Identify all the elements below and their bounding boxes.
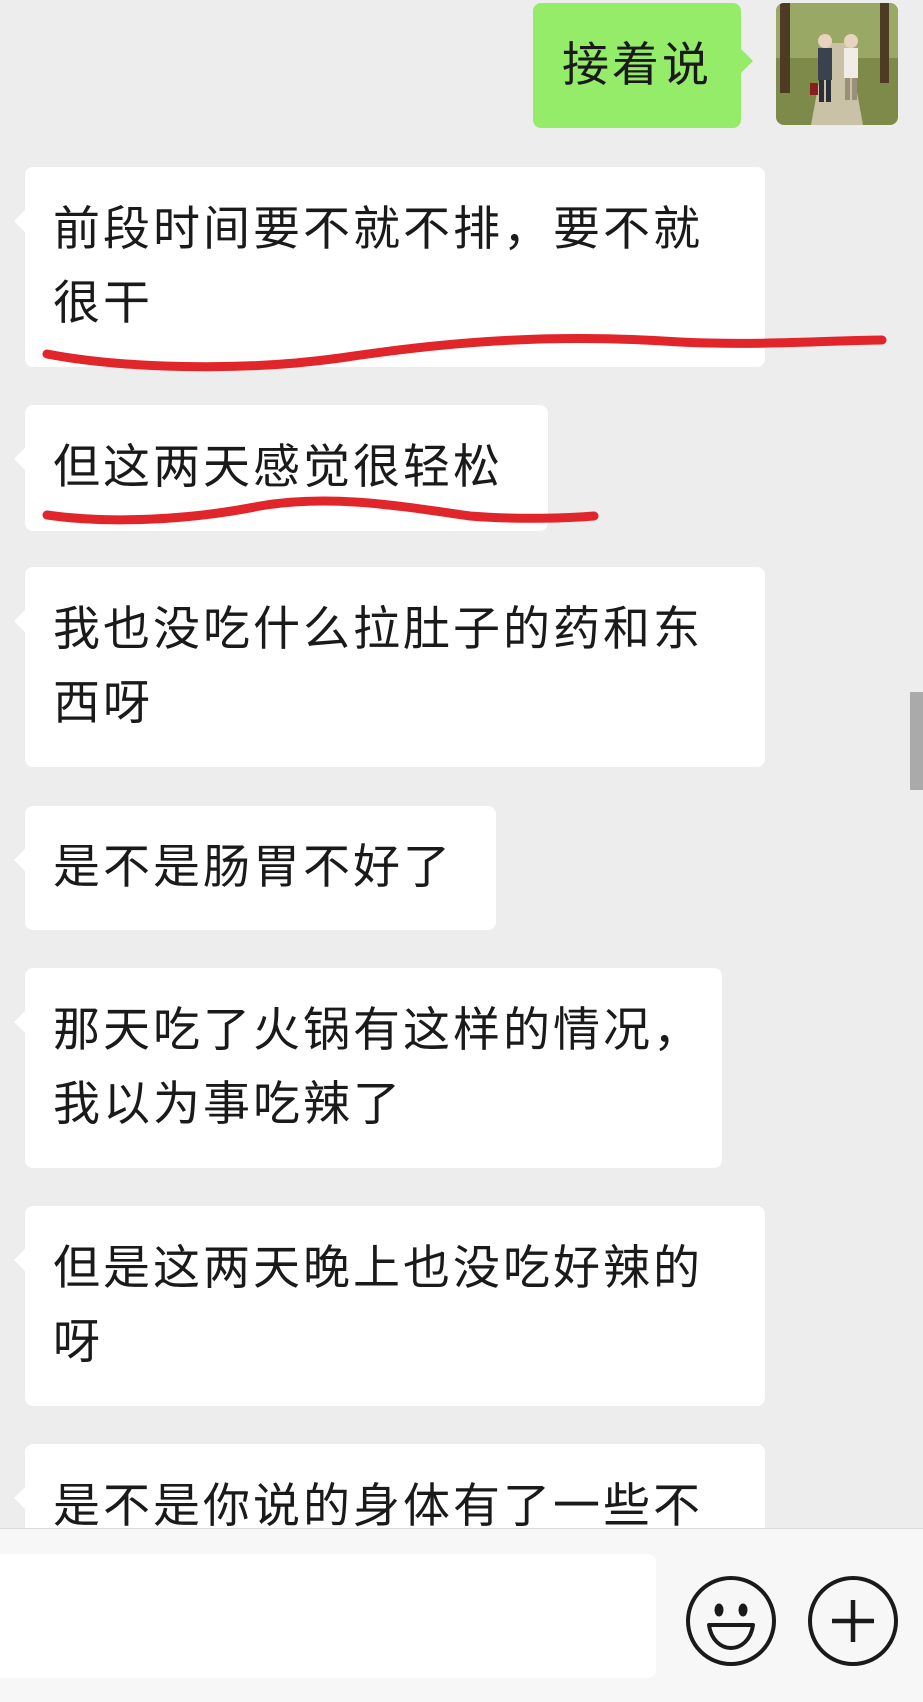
scrollbar-thumb[interactable] — [910, 692, 923, 790]
chat-area[interactable]: 接着说 前段时间要不就不排，要不就 很干 但这两天感觉很轻松 我也没吃什么拉肚子… — [0, 0, 923, 1528]
message-line: 是不是肠胃不好了 — [53, 840, 453, 895]
message-line: 是不是你说的身体有了一些不 — [53, 1479, 703, 1528]
message-bubble-received[interactable]: 但这两天感觉很轻松 — [14, 405, 548, 531]
message-line: 我以为事吃辣了 — [53, 1077, 403, 1132]
input-bar — [0, 1528, 923, 1702]
message-line: 西呀 — [53, 676, 153, 731]
emoji-button[interactable] — [686, 1576, 776, 1666]
message-line: 前段时间要不就不排，要不就 — [53, 202, 703, 257]
avatar-photo-icon — [776, 3, 898, 125]
avatar[interactable] — [776, 3, 898, 125]
message-bubble-received[interactable]: 那天吃了火锅有这样的情况， 我以为事吃辣了 — [14, 968, 722, 1168]
message-line: 很干 — [53, 276, 153, 331]
message-line: 呀 — [53, 1315, 103, 1370]
message-bubble-received[interactable]: 我也没吃什么拉肚子的药和东 西呀 — [14, 567, 765, 767]
more-functions-button[interactable] — [808, 1576, 898, 1666]
message-input[interactable] — [0, 1554, 656, 1678]
emoji-smile-icon — [707, 1603, 755, 1650]
message-line: 但这两天感觉很轻松 — [53, 440, 503, 495]
message-line: 接着说 — [562, 38, 712, 93]
message-line: 但是这两天晚上也没吃好辣的 — [53, 1241, 703, 1296]
message-bubble-received[interactable]: 是不是你说的身体有了一些不 — [14, 1444, 765, 1528]
message-bubble-received[interactable]: 前段时间要不就不排，要不就 很干 — [14, 167, 765, 367]
message-line: 那天吃了火锅有这样的情况， — [53, 1003, 703, 1058]
message-bubble-received[interactable]: 是不是肠胃不好了 — [14, 806, 496, 930]
plus-circle-icon — [832, 1600, 874, 1642]
message-line: 我也没吃什么拉肚子的药和东 — [53, 602, 703, 657]
message-bubble-received[interactable]: 但是这两天晚上也没吃好辣的 呀 — [14, 1206, 765, 1406]
message-bubble-sent[interactable]: 接着说 — [533, 3, 753, 128]
